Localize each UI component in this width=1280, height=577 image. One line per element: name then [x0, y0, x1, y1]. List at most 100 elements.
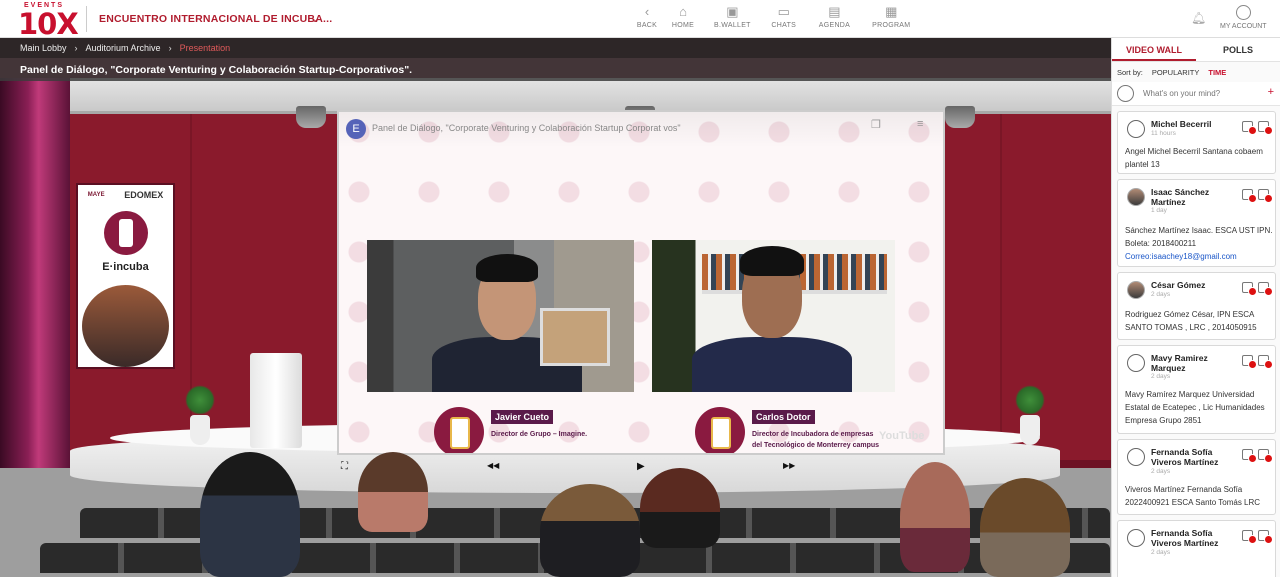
post-author[interactable]: Isaac Sánchez Martínez [1151, 187, 1239, 207]
post-author[interactable]: Michel Becerril [1151, 119, 1239, 129]
audience-member [640, 468, 720, 548]
ceiling-lamp [296, 106, 326, 128]
video-wall-sidebar: VIDEO WALL POLLS Sort by: POPULARITY TIM… [1111, 38, 1280, 577]
breadcrumb-presentation: Presentation [179, 43, 231, 53]
chevron-right-icon: › [74, 43, 78, 53]
comment-icon[interactable] [1242, 121, 1257, 135]
comment-icon[interactable] [1242, 189, 1257, 203]
my-account-button[interactable]: MY ACCOUNT [1220, 5, 1267, 30]
speaker-role: Director de Incubadora de empresas del T… [752, 431, 880, 449]
podium [250, 353, 302, 448]
wall-post[interactable]: Fernanda Sofía Viveros Martínez 2 days [1117, 520, 1276, 577]
wall-corkboard [540, 308, 610, 366]
event-title[interactable]: ENCUENTRO INTERNACIONAL DE INCUBA... [99, 13, 332, 25]
comment-icon[interactable] [1242, 355, 1257, 369]
post-body: Viveros Martínez Fernanda Sofía 20224009… [1125, 485, 1261, 507]
player-controls: ⛶ ◀◀ ▶ ▶▶ [337, 461, 945, 479]
comment-icon[interactable] [1242, 282, 1257, 296]
chevron-down-icon[interactable]: ⌄ [310, 11, 320, 25]
breadcrumb-main-lobby[interactable]: Main Lobby [20, 43, 67, 53]
nav-back[interactable]: ‹ BACK [634, 4, 660, 29]
play-icon[interactable]: ▶ [637, 461, 645, 472]
video-title[interactable]: Panel de Diálogo, "Corporate Venturing y… [372, 123, 681, 133]
my-account-label: MY ACCOUNT [1220, 23, 1267, 30]
avatar [1127, 281, 1145, 299]
fast-forward-icon[interactable]: ▶▶ [783, 461, 795, 470]
post-time: 2 days [1151, 373, 1171, 380]
plant-decoration [1015, 385, 1045, 445]
like-icon[interactable] [1258, 282, 1273, 296]
audience-member [540, 484, 640, 577]
sort-popularity[interactable]: POPULARITY [1152, 68, 1200, 77]
breadcrumb: Main Lobby › Auditorium Archive › Presen… [0, 38, 1111, 58]
eincuba-logo [695, 407, 745, 453]
nav-agenda[interactable]: ▤ AGENDA [819, 4, 850, 29]
post-author[interactable]: César Gómez [1151, 280, 1239, 290]
banner-photo [82, 285, 169, 367]
post-input[interactable] [1143, 89, 1263, 98]
breadcrumb-auditorium-archive[interactable]: Auditorium Archive [86, 43, 161, 53]
chat-icon: ▭ [777, 4, 790, 19]
avatar [1127, 354, 1145, 372]
nav-bwallet[interactable]: ▣ B.WALLET [714, 4, 751, 29]
avatar [1117, 85, 1134, 102]
events-10x-logo[interactable]: EVENTS 10X [18, 2, 79, 41]
copy-link-icon[interactable]: ❐ [871, 118, 881, 131]
bell-icon[interactable]: 🔔︎ [1191, 11, 1206, 25]
speaker-role: Director de Grupo – Imagine. [491, 431, 588, 438]
like-icon[interactable] [1258, 355, 1273, 369]
auditorium-stage: MAYE EDOMEX E·incuba E Panel de Diálogo,… [0, 38, 1111, 577]
video-player[interactable]: E Panel de Diálogo, "Corporate Venturing… [337, 110, 945, 455]
wall-post[interactable]: Fernanda Sofía Viveros Martínez 2 days V… [1117, 439, 1276, 515]
wall-post[interactable]: Mavy Ramirez Marquez 2 days Mavy Ramírez… [1117, 345, 1276, 434]
post-body: Sánchez Martínez Isaac. ESCA UST IPN. Bo… [1125, 224, 1277, 263]
post-author[interactable]: Fernanda Sofía Viveros Martínez [1151, 447, 1239, 467]
banner-brand: E·incuba [102, 261, 149, 273]
channel-avatar[interactable]: E [346, 119, 366, 139]
avatar [1127, 188, 1145, 206]
like-icon[interactable] [1258, 449, 1273, 463]
post-author[interactable]: Fernanda Sofía Viveros Martínez [1151, 528, 1239, 548]
banner-logo-left: MAYE [87, 192, 105, 198]
audience-member [900, 462, 970, 572]
post-actions [1237, 355, 1273, 369]
post-body: Rodriguez Gómez César, IPN ESCA SANTO TO… [1125, 310, 1257, 332]
like-icon[interactable] [1258, 189, 1273, 203]
sort-time[interactable]: TIME [1208, 68, 1226, 77]
like-icon[interactable] [1258, 121, 1273, 135]
comment-icon[interactable] [1242, 530, 1257, 544]
post-text: Sánchez Martínez Isaac. ESCA UST IPN. Bo… [1125, 226, 1273, 248]
wall-post[interactable]: Michel Becerril 11 hours Angel Michel Be… [1117, 111, 1276, 174]
nav-label: B.WALLET [714, 22, 751, 29]
nav-chats[interactable]: ▭ CHATS [771, 4, 797, 29]
nav-label: CHATS [771, 22, 797, 29]
post-author[interactable]: Mavy Ramirez Marquez [1151, 353, 1239, 373]
agenda-icon: ▤ [828, 4, 841, 19]
like-icon[interactable] [1258, 530, 1273, 544]
post-email-link[interactable]: Correo:isaachey18@gmail.com [1125, 250, 1277, 263]
program-icon: ▦ [885, 4, 898, 19]
chevron-right-icon: › [168, 43, 172, 53]
eincuba-logo [104, 211, 148, 255]
audience-member [200, 452, 300, 577]
playlist-icon[interactable]: ≡ [917, 118, 923, 130]
home-icon: ⌂ [679, 4, 687, 19]
tab-polls[interactable]: POLLS [1196, 38, 1280, 61]
page-title-bar: Panel de Diálogo, "Corporate Venturing y… [0, 58, 1111, 81]
tab-video-wall[interactable]: VIDEO WALL [1112, 38, 1196, 61]
ceiling-lamp [945, 106, 975, 128]
wall-post[interactable]: Isaac Sánchez Martínez 1 day Sánchez Mar… [1117, 179, 1276, 267]
page-title: Panel de Diálogo, "Corporate Venturing y… [20, 63, 413, 76]
speaker-name: Carlos Dotor [752, 410, 815, 424]
nav-home[interactable]: ⌂ HOME [670, 4, 696, 29]
wall-post[interactable]: César Gómez 2 days Rodriguez Gómez César… [1117, 272, 1276, 340]
youtube-logo[interactable]: YouTube [879, 430, 924, 442]
nav-program[interactable]: ▦ PROGRAM [872, 4, 910, 29]
rewind-icon[interactable]: ◀◀ [487, 461, 499, 470]
user-icon [1235, 5, 1251, 20]
comment-icon[interactable] [1242, 449, 1257, 463]
fullscreen-icon[interactable]: ⛶ [341, 461, 348, 472]
add-post-icon[interactable]: + [1268, 86, 1274, 98]
sidebar-tabs: VIDEO WALL POLLS [1112, 38, 1280, 62]
speaker-camera-1 [367, 240, 634, 392]
